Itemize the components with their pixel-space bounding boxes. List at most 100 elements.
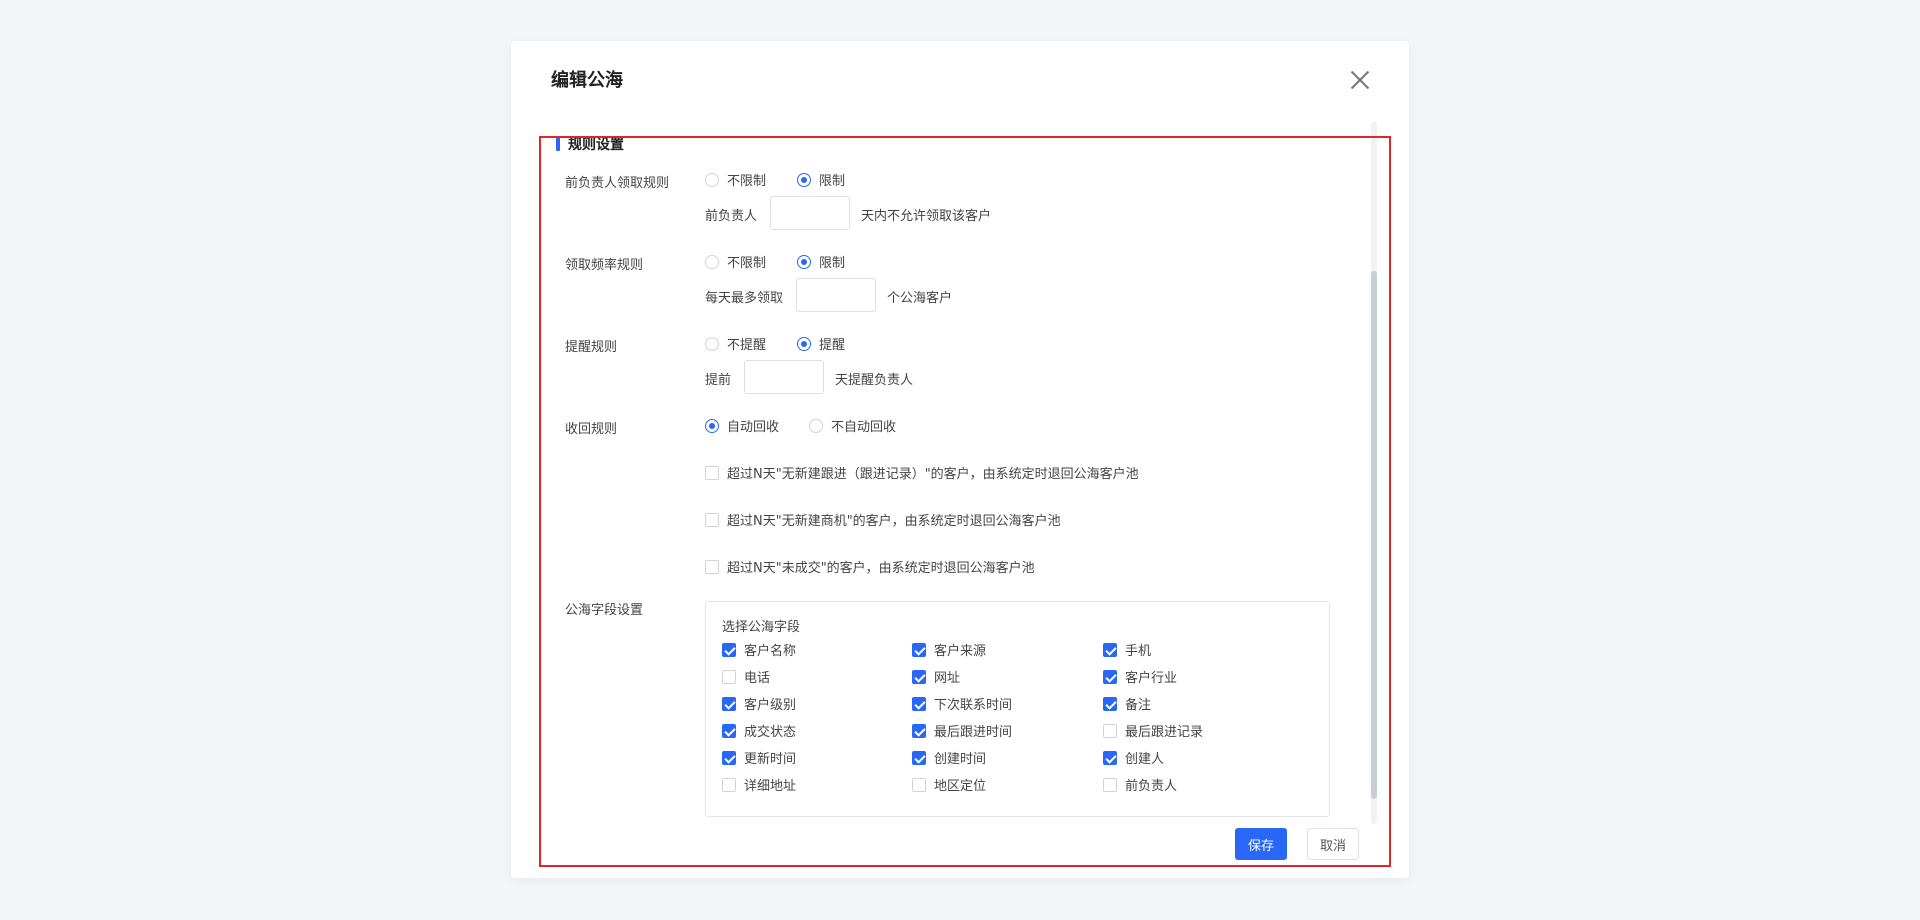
checkbox-label: 手机 — [1125, 644, 1152, 659]
field-checkbox[interactable]: 客户行业 — [1103, 667, 1177, 686]
fields-panel-title: 选择公海字段 — [722, 620, 801, 635]
checkbox-label: 成交状态 — [744, 725, 797, 740]
recycle-condition-not-closed-checkbox[interactable]: 超过N天"未成交"的客户，由系统定时退回公海客户池 — [705, 557, 1035, 576]
recycle-condition-no-opportunity-checkbox[interactable]: 超过N天"无新建商机"的客户，由系统定时退回公海客户池 — [705, 510, 1061, 529]
checkbox-icon — [912, 696, 926, 711]
frequency-count-input[interactable] — [796, 278, 876, 312]
checkbox-icon — [912, 642, 926, 657]
remind-off-radio[interactable]: 不提醒 — [705, 334, 766, 353]
prev-owner-days-input[interactable] — [770, 196, 850, 230]
checkbox-icon — [1103, 723, 1117, 738]
field-checkbox[interactable]: 客户来源 — [912, 640, 986, 659]
radio-icon — [705, 254, 719, 269]
checkbox-label: 网址 — [934, 671, 961, 686]
field-checkbox[interactable]: 下次联系时间 — [912, 694, 1012, 713]
checkbox-label: 备注 — [1125, 698, 1152, 713]
field-checkbox[interactable]: 网址 — [912, 667, 960, 686]
radio-icon — [809, 418, 823, 433]
checkbox-icon — [722, 642, 736, 657]
recycle-manual-radio[interactable]: 不自动回收 — [809, 416, 896, 435]
recycle-rule-label: 收回规则 — [565, 422, 618, 437]
checkbox-label: 客户行业 — [1125, 671, 1178, 686]
remind-days-input[interactable] — [744, 360, 824, 394]
checkbox-icon — [1103, 750, 1117, 765]
field-checkbox[interactable]: 电话 — [722, 667, 770, 686]
checkbox-icon — [1103, 696, 1117, 711]
checkbox-icon — [722, 723, 736, 738]
checkbox-label: 超过N天"无新建商机"的客户，由系统定时退回公海客户池 — [727, 514, 1061, 529]
field-checkbox[interactable]: 创建时间 — [912, 748, 986, 767]
field-checkbox[interactable]: 成交状态 — [722, 721, 796, 740]
recycle-condition-no-followup-checkbox[interactable]: 超过N天"无新建跟进（跟进记录）"的客户，由系统定时退回公海客户池 — [705, 463, 1139, 482]
remind-suffix: 天提醒负责人 — [835, 373, 914, 388]
fields-panel: 选择公海字段 客户名称 客户来源 手机电话 网址 客户行业客户级别 下次联系时间 备注成交状… — [705, 601, 1330, 817]
prev-owner-rule-label: 前负责人领取规则 — [565, 176, 670, 191]
recycle-auto-radio[interactable]: 自动回收 — [705, 416, 779, 435]
scrollbar-thumb[interactable] — [1371, 271, 1377, 799]
checkbox-label: 更新时间 — [744, 752, 797, 767]
prev-owner-prefix: 前负责人 — [705, 209, 758, 224]
field-checkbox[interactable]: 备注 — [1103, 694, 1151, 713]
frequency-prefix: 每天最多领取 — [705, 291, 784, 306]
radio-label: 自动回收 — [727, 420, 780, 435]
scrollbar[interactable] — [1371, 121, 1377, 824]
radio-icon — [797, 172, 811, 187]
field-checkbox[interactable]: 创建人 — [1103, 748, 1164, 767]
remind-on-radio[interactable]: 提醒 — [797, 334, 845, 353]
frequency-unlimited-radio[interactable]: 不限制 — [705, 252, 766, 271]
field-checkbox[interactable]: 前负责人 — [1103, 775, 1177, 794]
field-checkbox[interactable]: 最后跟进时间 — [912, 721, 1012, 740]
save-button[interactable]: 保存 — [1235, 828, 1287, 860]
field-checkbox[interactable]: 地区定位 — [912, 775, 986, 794]
checkbox-label: 地区定位 — [934, 779, 987, 794]
checkbox-label: 详细地址 — [744, 779, 797, 794]
checkbox-icon — [722, 777, 736, 792]
remind-prefix: 提前 — [705, 373, 732, 388]
field-checkbox[interactable]: 客户名称 — [722, 640, 796, 659]
checkbox-label: 最后跟进记录 — [1125, 725, 1204, 740]
checkbox-label: 客户级别 — [744, 698, 797, 713]
radio-icon — [797, 336, 811, 351]
cancel-button[interactable]: 取消 — [1307, 828, 1359, 860]
checkbox-icon — [1103, 669, 1117, 684]
radio-icon — [705, 172, 719, 187]
field-checkbox[interactable]: 最后跟进记录 — [1103, 721, 1203, 740]
checkbox-label: 超过N天"未成交"的客户，由系统定时退回公海客户池 — [727, 561, 1035, 576]
prev-owner-suffix: 天内不允许领取该客户 — [861, 209, 992, 224]
remind-rule-label: 提醒规则 — [565, 340, 618, 355]
radio-icon — [705, 418, 719, 433]
checkbox-icon — [705, 465, 719, 480]
radio-label: 限制 — [819, 256, 846, 271]
radio-label: 限制 — [819, 174, 846, 189]
frequency-rule-label: 领取频率规则 — [565, 258, 644, 273]
checkbox-icon — [912, 777, 926, 792]
field-checkbox[interactable]: 更新时间 — [722, 748, 796, 767]
checkbox-icon — [1103, 642, 1117, 657]
field-checkbox[interactable]: 手机 — [1103, 640, 1151, 659]
checkbox-icon — [722, 750, 736, 765]
radio-label: 不自动回收 — [831, 420, 897, 435]
checkbox-label: 创建人 — [1125, 752, 1165, 767]
section-accent-bar — [556, 136, 560, 151]
radio-icon — [797, 254, 811, 269]
checkbox-label: 电话 — [744, 671, 771, 686]
frequency-suffix: 个公海客户 — [887, 291, 953, 306]
frequency-limited-radio[interactable]: 限制 — [797, 252, 845, 271]
radio-icon — [705, 336, 719, 351]
prev-owner-unlimited-radio[interactable]: 不限制 — [705, 170, 766, 189]
checkbox-icon — [705, 559, 719, 574]
checkbox-icon — [722, 669, 736, 684]
field-checkbox[interactable]: 客户级别 — [722, 694, 796, 713]
close-icon[interactable] — [1349, 69, 1371, 91]
radio-label: 不限制 — [727, 174, 767, 189]
checkbox-icon — [1103, 777, 1117, 792]
prev-owner-limited-radio[interactable]: 限制 — [797, 170, 845, 189]
field-checkbox[interactable]: 详细地址 — [722, 775, 796, 794]
checkbox-label: 客户名称 — [744, 644, 797, 659]
radio-label: 不限制 — [727, 256, 767, 271]
checkbox-label: 客户来源 — [934, 644, 987, 659]
checkbox-icon — [722, 696, 736, 711]
checkbox-label: 最后跟进时间 — [934, 725, 1013, 740]
edit-public-pool-dialog: 编辑公海 规则设置 前负责人领取规则 不限制 限制 前负责人 天内不允许领取该客… — [511, 41, 1409, 878]
dialog-title: 编辑公海 — [551, 70, 623, 91]
